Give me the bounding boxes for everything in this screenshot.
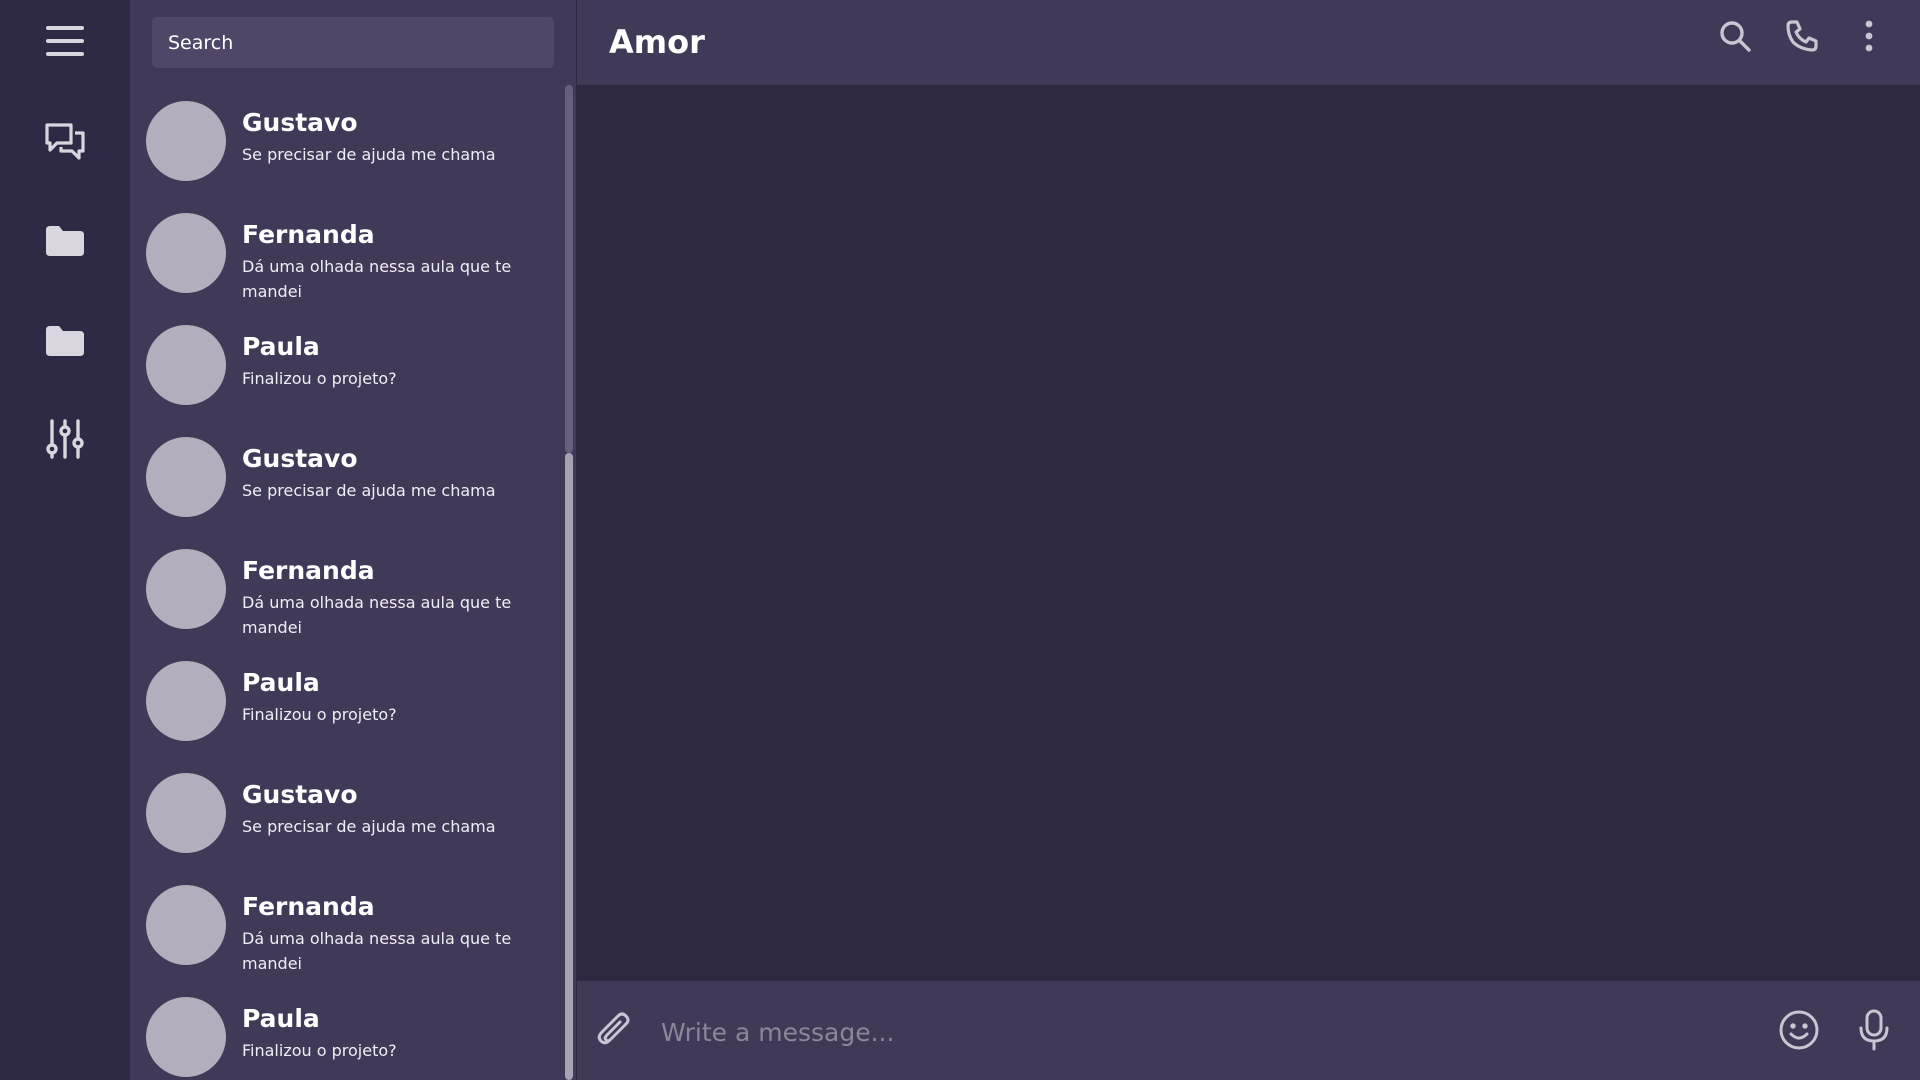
contact-name: Fernanda: [242, 892, 375, 921]
avatar: [146, 101, 226, 181]
folder-nav-button-1[interactable]: [40, 218, 90, 268]
avatar: [146, 437, 226, 517]
settings-nav-button[interactable]: [40, 416, 90, 466]
microphone-icon: [1856, 1008, 1892, 1056]
conversation-panel: Gustavo Se precisar de ajuda me chama Fe…: [130, 0, 576, 1080]
conversation-item[interactable]: Fernanda Dá uma olhada nessa aula que te…: [130, 874, 560, 986]
search-input[interactable]: [152, 17, 554, 68]
message-input[interactable]: [659, 1006, 1733, 1058]
conversation-item[interactable]: Paula Finalizou o projeto?: [130, 650, 560, 762]
conversation-list: Gustavo Se precisar de ajuda me chama Fe…: [130, 90, 560, 1080]
avatar: [146, 213, 226, 293]
more-options-button[interactable]: [1847, 16, 1891, 60]
chats-nav-button[interactable]: [40, 118, 90, 168]
avatar: [146, 773, 226, 853]
message-preview: Finalizou o projeto?: [242, 1041, 397, 1060]
emoji-icon: [1778, 1009, 1820, 1055]
avatar: [146, 661, 226, 741]
avatar: [146, 549, 226, 629]
search-icon: [1718, 19, 1752, 57]
folder-icon: [44, 224, 86, 262]
menu-icon: [45, 24, 85, 62]
icon-rail: [0, 0, 130, 1080]
contact-name: Gustavo: [242, 108, 358, 137]
conversation-item[interactable]: Gustavo Se precisar de ajuda me chama: [130, 426, 560, 538]
attach-button[interactable]: [589, 1007, 639, 1057]
app-window: Gustavo Se precisar de ajuda me chama Fe…: [0, 0, 1920, 1080]
scrollbar-thumb[interactable]: [565, 85, 573, 453]
folder-icon: [44, 324, 86, 362]
contact-name: Paula: [242, 1004, 320, 1033]
scrollbar-track[interactable]: [565, 453, 573, 1080]
conversation-item[interactable]: Paula Finalizou o projeto?: [130, 986, 560, 1080]
contact-name: Gustavo: [242, 780, 358, 809]
message-preview: Dá uma olhada nessa aula que te mandei: [242, 929, 512, 973]
message-preview: Dá uma olhada nessa aula que te mandei: [242, 593, 512, 637]
message-preview: Se precisar de ajuda me chama: [242, 817, 496, 836]
sliders-icon: [45, 418, 85, 464]
voice-record-button[interactable]: [1849, 1007, 1899, 1057]
message-composer: [577, 981, 1920, 1080]
call-button[interactable]: [1780, 16, 1824, 60]
chat-bubbles-icon: [43, 119, 87, 167]
message-preview: Finalizou o projeto?: [242, 705, 397, 724]
message-preview: Finalizou o projeto?: [242, 369, 397, 388]
more-vertical-icon: [1863, 19, 1875, 57]
avatar: [146, 325, 226, 405]
message-preview: Dá uma olhada nessa aula que te mandei: [242, 257, 512, 301]
conversation-item[interactable]: Gustavo Se precisar de ajuda me chama: [130, 90, 560, 202]
phone-icon: [1785, 19, 1819, 57]
chat-header: Amor: [577, 0, 1920, 85]
conversation-item[interactable]: Fernanda Dá uma olhada nessa aula que te…: [130, 202, 560, 314]
avatar: [146, 885, 226, 965]
conversation-item[interactable]: Gustavo Se precisar de ajuda me chama: [130, 762, 560, 874]
folder-nav-button-2[interactable]: [40, 318, 90, 368]
paperclip-icon: [595, 1010, 633, 1054]
chat-title: Amor: [609, 23, 705, 61]
message-preview: Se precisar de ajuda me chama: [242, 481, 496, 500]
menu-button[interactable]: [40, 18, 90, 68]
emoji-button[interactable]: [1774, 1007, 1824, 1057]
conversation-item[interactable]: Fernanda Dá uma olhada nessa aula que te…: [130, 538, 560, 650]
search-chat-button[interactable]: [1713, 16, 1757, 60]
avatar: [146, 997, 226, 1077]
message-preview: Se precisar de ajuda me chama: [242, 145, 496, 164]
message-area: [577, 85, 1920, 981]
contact-name: Fernanda: [242, 556, 375, 585]
conversation-item[interactable]: Paula Finalizou o projeto?: [130, 314, 560, 426]
contact-name: Fernanda: [242, 220, 375, 249]
contact-name: Gustavo: [242, 444, 358, 473]
contact-name: Paula: [242, 668, 320, 697]
contact-name: Paula: [242, 332, 320, 361]
